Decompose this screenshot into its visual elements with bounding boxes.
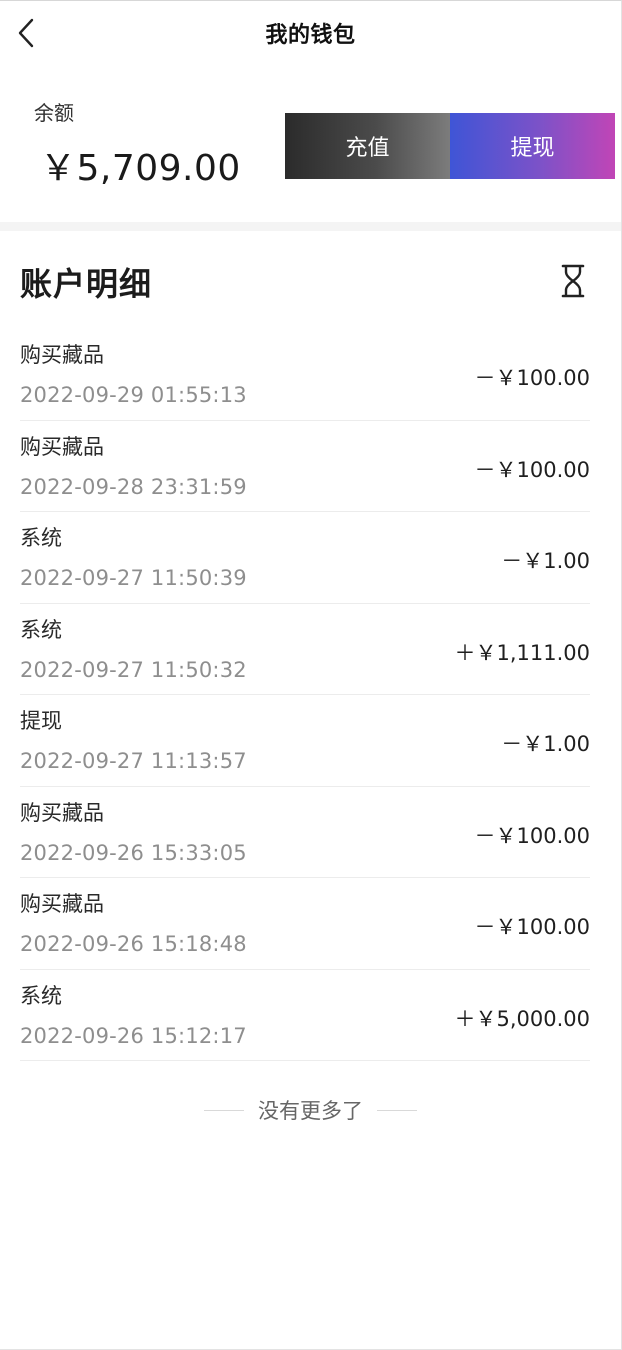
transaction-amount: －￥100.00: [474, 823, 590, 848]
transaction-time: 2022-09-29 01:55:13: [20, 383, 247, 407]
list-item[interactable]: 购买藏品 2022-09-26 15:33:05 －￥100.00: [20, 787, 590, 878]
page-title: 我的钱包: [265, 23, 356, 48]
list-item[interactable]: 系统 2022-09-27 11:50:32 ＋￥1,111.00: [20, 604, 590, 695]
transaction-type: 购买藏品: [20, 892, 104, 916]
transaction-amount: ＋￥1,111.00: [454, 640, 590, 665]
transaction-amount: －￥100.00: [474, 915, 590, 939]
balance-section: 余额 ￥5,709.00 充值 提现: [0, 71, 621, 221]
transaction-type: 购买藏品: [20, 343, 104, 367]
transaction-type: 购买藏品: [20, 434, 104, 459]
account-details-title: 账户明细: [20, 265, 153, 303]
list-item[interactable]: 系统 2022-09-27 11:50:39 －￥1.00: [20, 512, 590, 604]
balance-amount: ￥5,709.00: [40, 148, 241, 189]
end-line-right: [377, 1109, 417, 1111]
transaction-type: 购买藏品: [20, 800, 104, 825]
list-item[interactable]: 提现 2022-09-27 11:13:57 －￥1.00: [20, 695, 590, 787]
header-bar: 我的钱包: [0, 1, 621, 71]
transaction-amount: －￥1.00: [501, 549, 590, 573]
end-line-left: [204, 1109, 244, 1111]
transaction-time: 2022-09-27 11:13:57: [20, 749, 247, 773]
list-item[interactable]: 系统 2022-09-26 15:12:17 ＋￥5,000.00: [20, 970, 590, 1061]
end-of-list-note: 没有更多了: [0, 1095, 621, 1125]
recharge-button[interactable]: 充值: [285, 113, 450, 179]
transaction-amount: －￥1.00: [501, 732, 590, 756]
transaction-amount: ＋￥5,000.00: [454, 1006, 590, 1031]
hourglass-icon[interactable]: [558, 263, 588, 299]
transaction-list: 购买藏品 2022-09-29 01:55:13 －￥100.00 购买藏品 2…: [20, 329, 590, 1061]
list-item[interactable]: 购买藏品 2022-09-26 15:18:48 －￥100.00: [20, 878, 590, 970]
wallet-page: 我的钱包 余额 ￥5,709.00 充值 提现 账户明细 购买藏品 2022-0…: [0, 0, 622, 1350]
transaction-time: 2022-09-27 11:50:32: [20, 657, 247, 682]
transaction-time: 2022-09-26 15:12:17: [20, 1023, 247, 1048]
withdraw-button[interactable]: 提现: [450, 113, 615, 179]
transaction-time: 2022-09-27 11:50:39: [20, 566, 247, 590]
balance-label: 余额: [34, 101, 74, 125]
transaction-time: 2022-09-28 23:31:59: [20, 474, 247, 499]
transaction-type: 系统: [20, 617, 62, 642]
transaction-type: 提现: [20, 709, 62, 733]
list-item[interactable]: 购买藏品 2022-09-28 23:31:59 －￥100.00: [20, 421, 590, 512]
transaction-amount: －￥100.00: [474, 457, 590, 482]
section-divider: [0, 222, 621, 231]
transaction-type: 系统: [20, 526, 62, 550]
transaction-amount: －￥100.00: [474, 366, 590, 390]
transaction-time: 2022-09-26 15:33:05: [20, 840, 247, 865]
transaction-type: 系统: [20, 983, 62, 1008]
end-of-list-text: 没有更多了: [258, 1099, 363, 1123]
transaction-time: 2022-09-26 15:18:48: [20, 932, 247, 956]
list-item[interactable]: 购买藏品 2022-09-29 01:55:13 －￥100.00: [20, 329, 590, 421]
